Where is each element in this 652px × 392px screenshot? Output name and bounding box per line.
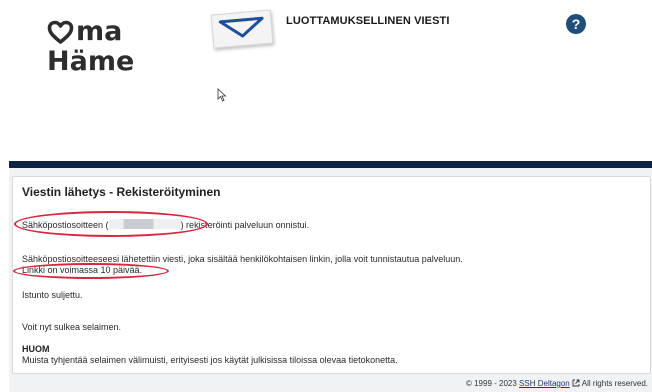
page-title: LUOTTAMUKSELLINEN VIESTI <box>286 15 450 27</box>
registration-suffix: ) rekisteröinti palveluun onnistui. <box>180 220 310 230</box>
ssh-deltagon-link[interactable]: SSH Deltagon <box>519 379 570 388</box>
footer-rights: All rights reserved. <box>581 379 648 388</box>
logo-text-line1: ma <box>76 16 123 47</box>
heart-logo-icon <box>47 20 74 44</box>
close-browser-text: Voit nyt sulkea selaimen. <box>22 322 122 332</box>
registration-prefix: Sähköpostiosoitteen ( <box>22 220 109 230</box>
card-title: Viestin lähetys - Rekisteröityminen <box>22 185 221 199</box>
footer: © 1999 - 2023 SSH Deltagon All rights re… <box>466 379 648 388</box>
session-closed-text: Istunto suljettu. <box>22 290 83 300</box>
cursor-icon <box>217 88 227 102</box>
sent-info-text: Sähköpostiosoitteeseesi lähetettiin vies… <box>22 254 463 264</box>
external-link-icon <box>572 379 580 387</box>
footer-copyright: © 1999 - 2023 <box>465 379 517 388</box>
message-card: Viestin lähetys - Rekisteröityminen Sähk… <box>12 176 651 374</box>
help-icon[interactable]: ? <box>566 14 586 34</box>
logo-text-line2: Häme <box>47 46 135 77</box>
link-validity-text: Linkki on voimassa 10 päivää. <box>22 265 143 275</box>
envelope-icon <box>218 16 264 38</box>
note-title: HUOM <box>22 344 50 354</box>
note-text: Muista tyhjentää selaimen välimuisti, er… <box>22 355 398 365</box>
envelope-badge <box>210 9 274 49</box>
header-divider-band <box>9 161 652 168</box>
oma-hame-logo[interactable]: ma Häme <box>47 18 147 76</box>
redacted-email <box>108 219 181 229</box>
registration-success-text: Sähköpostiosoitteen ( ) rekisteröinti pal… <box>22 219 309 230</box>
page-header: ma Häme LUOTTAMUKSELLINEN VIESTI ? <box>0 0 652 160</box>
